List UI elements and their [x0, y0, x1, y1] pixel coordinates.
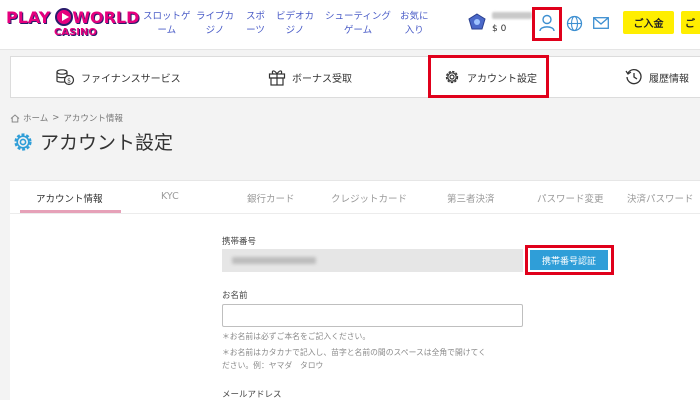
svg-text:$: $ — [67, 78, 71, 85]
name-note-1: ＊お名前は必ずご本名をご記入ください。 — [222, 332, 371, 341]
logo-text-play: PLAY — [6, 8, 51, 27]
home-icon — [10, 113, 20, 122]
deposit-button[interactable]: ご入金 — [623, 11, 674, 34]
language-button[interactable] — [563, 12, 585, 34]
gear-icon — [445, 70, 459, 84]
page-title: アカウント設定 — [12, 128, 173, 155]
email-label: メールアドレス — [222, 390, 282, 400]
subtab-credit-card[interactable]: クレジットカード — [331, 191, 407, 205]
tab-finance-service[interactable]: $ ファイナンスサービス — [55, 57, 181, 97]
subtab-kyc[interactable]: KYC — [161, 191, 179, 202]
balance-amount: $ 0 — [492, 24, 507, 34]
nav-sports[interactable]: スポ ーツ — [246, 10, 265, 38]
mail-icon — [593, 17, 609, 29]
deposit-button-secondary[interactable]: ご — [681, 11, 700, 34]
tab-account-settings-label: アカウント設定 — [467, 73, 537, 85]
nav-favorites[interactable]: お気に 入り — [400, 10, 429, 38]
nav-slot-games[interactable]: スロットゲ ーム — [143, 10, 191, 38]
nav-video-casino[interactable]: ビデオカ ジノ — [276, 10, 314, 38]
logo-text-world: WORLD — [72, 8, 140, 27]
subtab-divider — [10, 213, 700, 214]
user-icon — [539, 14, 555, 32]
subtab-account-info[interactable]: アカウント情報 — [36, 191, 103, 205]
account-button[interactable] — [537, 11, 557, 35]
tab-history[interactable]: 履歴情報 — [625, 57, 689, 97]
subtab-payment-password[interactable]: 決済パスワード — [627, 191, 694, 205]
tab-bonus-receive-label: ボーナス受取 — [292, 73, 352, 85]
phone-number-input — [222, 249, 523, 272]
breadcrumb-separator: > — [52, 113, 60, 123]
account-tabbar: $ ファイナンスサービス ボーナス受取 アカウント設定 履歴情報 — [10, 56, 700, 98]
subtab-bank-card[interactable]: 銀行カード — [247, 191, 295, 205]
breadcrumb: ホーム > アカウント情報 — [10, 112, 123, 124]
logo-play-icon — [55, 8, 73, 26]
masked-username — [492, 12, 532, 19]
gear-icon — [14, 132, 32, 151]
top-header: PLAY WORLD CASINO スロットゲ ーム ライブカ ジノ スポ ーツ … — [0, 0, 700, 50]
nav-shooting-games[interactable]: シューティング ゲーム — [325, 10, 391, 38]
phone-label: 携帯番号 — [222, 237, 257, 247]
name-note-3: ださい。例：ヤマダ タロウ — [222, 361, 324, 370]
name-input[interactable] — [222, 304, 523, 327]
tab-bonus-receive[interactable]: ボーナス受取 — [268, 57, 352, 97]
name-note-2: ＊お名前はカタカナで記入し、苗字と名前の間のスペースは全角で開けてく — [222, 348, 486, 357]
nav-live-casino[interactable]: ライブカ ジノ — [196, 10, 234, 38]
tab-history-label: 履歴情報 — [649, 73, 689, 85]
breadcrumb-current: アカウント情報 — [63, 114, 123, 124]
globe-icon — [566, 15, 582, 31]
breadcrumb-home[interactable]: ホーム — [23, 112, 48, 124]
tab-account-settings[interactable]: アカウント設定 — [443, 57, 537, 97]
name-label: お名前 — [222, 291, 248, 301]
mail-button[interactable] — [590, 12, 612, 34]
masked-phone-number — [232, 257, 316, 264]
page-title-text: アカウント設定 — [40, 132, 174, 154]
tab-finance-service-label: ファイナンスサービス — [81, 73, 181, 85]
history-clock-icon — [625, 69, 642, 85]
subtab-third-party-payment[interactable]: 第三者決済 — [447, 191, 495, 205]
logo-text-casino: CASINO — [54, 27, 97, 38]
phone-verify-button[interactable]: 携帯番号認証 — [530, 250, 608, 270]
vip-badge-icon — [468, 13, 486, 30]
gift-icon — [268, 70, 286, 86]
subtab-password-change[interactable]: パスワード変更 — [537, 191, 604, 205]
coin-stack-icon: $ — [56, 69, 75, 86]
site-logo[interactable]: PLAY WORLD CASINO — [6, 8, 139, 42]
